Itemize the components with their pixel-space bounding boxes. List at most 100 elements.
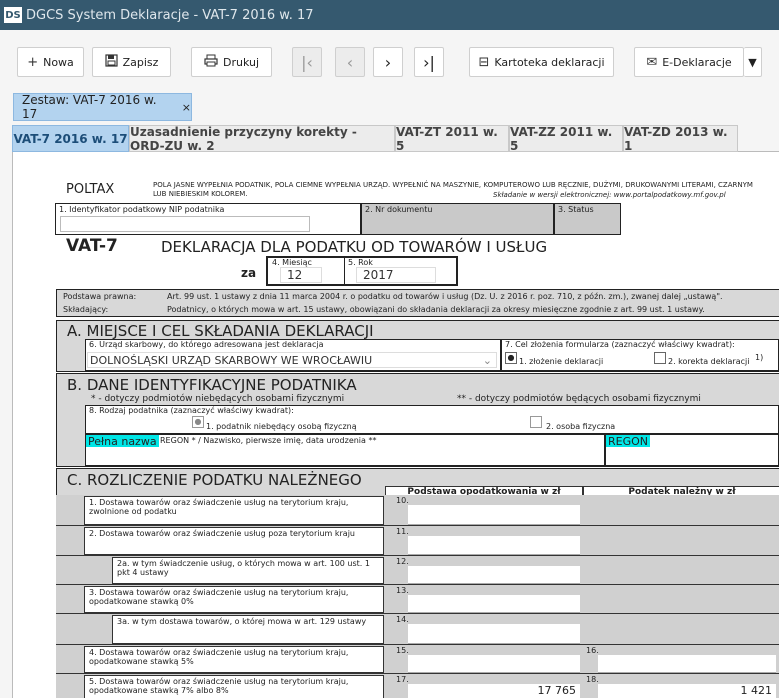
row-label: 1. Dostawa towarów oraz świadczenie usłu…	[84, 496, 384, 525]
base-amount-input[interactable]	[408, 536, 580, 555]
tab-vat7[interactable]: VAT-7 2016 w. 17	[12, 125, 129, 152]
print-button[interactable]: Drukuj	[191, 47, 272, 77]
tab-vat-zt[interactable]: VAT-ZT 2011 w. 5	[395, 125, 509, 153]
tax-amount-input[interactable]	[598, 655, 776, 673]
month-label: 4. Miesiąc	[272, 258, 312, 267]
tab-ord-zu[interactable]: Uzasadnienie przyczyny korekty - ORD-ZU …	[129, 125, 395, 153]
regon-input[interactable]	[606, 447, 778, 465]
save-button[interactable]: Zapisz	[92, 47, 171, 77]
fullname-input[interactable]	[86, 447, 604, 465]
last-page-button[interactable]: ›|	[414, 47, 444, 77]
field-number: 15.	[396, 646, 409, 655]
section-c-title: C. ROZLICZENIE PODATKU NALEŻNEGO	[67, 471, 362, 489]
base-amount-input[interactable]	[408, 505, 580, 525]
row-label: 4. Dostawa towarów oraz świadczenie usłu…	[84, 646, 384, 673]
field-number: 18.	[586, 675, 599, 684]
table-row: 5. Dostawa towarów oraz świadczenie usłu…	[56, 674, 779, 698]
office-box: 6. Urząd skarbowy, do którego adresowana…	[85, 339, 501, 371]
nip-input[interactable]	[60, 216, 310, 232]
row-label: 3. Dostawa towarów oraz świadczenie usłu…	[84, 586, 384, 613]
set-tab[interactable]: Zestaw: VAT-7 2016 w. 17 ×	[13, 93, 192, 121]
chevron-right-icon: ›	[384, 52, 392, 72]
row-label: 5. Dostawa towarów oraz świadczenie usłu…	[84, 675, 384, 698]
base-amount-input[interactable]	[408, 624, 580, 644]
table-row: 3. Dostawa towarów oraz świadczenie usłu…	[56, 585, 779, 614]
doc-number-box: 2. Nr dokumentu	[361, 203, 554, 235]
office-select-value: DOLNOŚLĄSKI URZĄD SKARBOWY WE WROCŁAWIU	[90, 353, 373, 367]
kind-box: 8. Rodzaj podatnika (zaznaczyć właściwy …	[85, 405, 779, 434]
base-amount-input[interactable]	[408, 655, 580, 673]
nip-label: 1. Identyfikator podatkowy NIP podatnika	[59, 205, 225, 214]
row-label: 3a. w tym dostawa towarów, o której mowa…	[112, 615, 384, 644]
envelope-icon: ✉	[646, 54, 658, 70]
poltax-label: POLTAX	[66, 182, 115, 197]
fullname-box: Pełna nazwa REGON * / Nazwisko, pierwsze…	[85, 434, 605, 466]
prev-page-button[interactable]: ‹	[335, 47, 365, 77]
close-icon[interactable]: ×	[182, 101, 191, 114]
note-double-star: ** - dotyczy podmiotów będących osobami …	[457, 394, 701, 404]
purpose-opt2-checkbox[interactable]	[654, 352, 666, 364]
toolbar: + Nowa Zapisz Drukuj |‹ ‹ › ›| ⊟ Kartote…	[0, 30, 779, 90]
kind-opt2-label: 2. osoba fizyczna	[546, 422, 616, 431]
tab-vat-zz[interactable]: VAT-ZZ 2011 w. 5	[509, 125, 623, 153]
archive-icon: ⊟	[478, 54, 490, 70]
year-input[interactable]: 2017	[356, 267, 436, 283]
form-title: DEKLARACJA DLA PODATKU OD TOWARÓW I USŁU…	[161, 238, 548, 256]
chevron-down-icon: ⌄	[482, 353, 492, 367]
purpose-opt1-radio[interactable]: ●	[505, 352, 517, 364]
kind-opt1-radio[interactable]: ●	[192, 416, 204, 428]
table-row: 2. Dostawa towarów oraz świadczenie usłu…	[56, 526, 779, 556]
status-box: 3. Status	[554, 203, 621, 235]
legal-basis-text: Art. 99 ust. 1 ustawy z dnia 11 marca 20…	[167, 292, 723, 301]
kind-opt2-checkbox[interactable]	[530, 416, 542, 428]
za-label: za	[241, 266, 257, 280]
first-page-button[interactable]: |‹	[292, 47, 322, 77]
month-input[interactable]: 12	[280, 267, 322, 283]
table-row: 3a. w tym dostawa towarów, o której mowa…	[56, 614, 779, 645]
new-button[interactable]: + Nowa	[17, 47, 84, 77]
base-amount-input[interactable]	[408, 595, 580, 613]
table-row: 4. Dostawa towarów oraz świadczenie usłu…	[56, 645, 779, 674]
kartoteka-button[interactable]: ⊟ Kartoteka deklaracji	[469, 47, 614, 77]
submitter-text: Podatnicy, o których mowa w art. 15 usta…	[167, 305, 705, 314]
field-number: 11.	[396, 527, 409, 536]
regon-box: REGON	[605, 434, 779, 466]
note-star: * - dotyczy podmiotów niebędących osobam…	[91, 394, 345, 404]
section-a-title: A. MIEJSCE I CEL SKŁADANIA DEKLARACJI	[67, 322, 374, 340]
status-label: 3. Status	[558, 205, 594, 214]
field-number: 14.	[396, 615, 409, 624]
field-number: 12.	[396, 557, 409, 566]
tax-amount-input[interactable]: 1 421	[598, 684, 776, 698]
field-number: 17.	[396, 675, 409, 684]
floppy-disk-icon	[104, 53, 118, 71]
section-b: B. DANE IDENTYFIKACYJNE PODATNIKA * - do…	[56, 373, 779, 467]
kartoteka-button-label: Kartoteka deklaracji	[494, 55, 605, 69]
row-label: 2a. w tym świadczenie usług, o których m…	[112, 557, 384, 584]
field-number: 13.	[396, 586, 409, 595]
plus-icon: +	[27, 54, 39, 70]
purpose-opt2-label: 2. korekta deklaracji	[668, 357, 750, 366]
period-box: 4. Miesiąc 12 5. Rok 2017	[266, 256, 458, 286]
purpose-opt1-label: 1. złożenie deklaracji	[519, 357, 604, 366]
next-page-button[interactable]: ›	[373, 47, 403, 77]
window-title: DGCS System Deklaracje - VAT-7 2016 w. 1…	[26, 7, 314, 23]
printer-icon	[204, 54, 218, 71]
edeklaracje-dropdown[interactable]: ▼	[744, 47, 762, 77]
form-tabs: VAT-7 2016 w. 17 Uzasadnienie przyczyny …	[12, 125, 779, 153]
field-number: 16.	[586, 646, 599, 655]
tab-vat-zd[interactable]: VAT-ZD 2013 w. 1	[623, 125, 738, 153]
base-amount-input[interactable]	[408, 566, 580, 584]
purpose-label: 7. Cel złożenia formularza (zaznaczyć wł…	[505, 340, 735, 349]
save-button-label: Zapisz	[122, 55, 159, 69]
title-bar: DS DGCS System Deklaracje - VAT-7 2016 w…	[0, 0, 779, 30]
office-select[interactable]: DOLNOŚLĄSKI URZĄD SKARBOWY WE WROCŁAWIU …	[87, 352, 497, 368]
doc-number-label: 2. Nr dokumentu	[365, 205, 433, 214]
app-logo-icon: DS	[4, 7, 22, 23]
edeklaracje-button[interactable]: ✉ E-Deklaracje	[634, 47, 744, 77]
base-amount-input[interactable]: 17 765	[408, 684, 580, 698]
chevron-left-icon: ‹	[346, 52, 354, 72]
kind-opt1-label: 1. podatnik niebędący osobą fizyczną	[206, 422, 357, 431]
purpose-footnote: 1)	[755, 353, 764, 362]
table-row: 1. Dostawa towarów oraz świadczenie usłu…	[56, 495, 779, 526]
set-tab-label: Zestaw: VAT-7 2016 w. 17	[22, 93, 157, 121]
